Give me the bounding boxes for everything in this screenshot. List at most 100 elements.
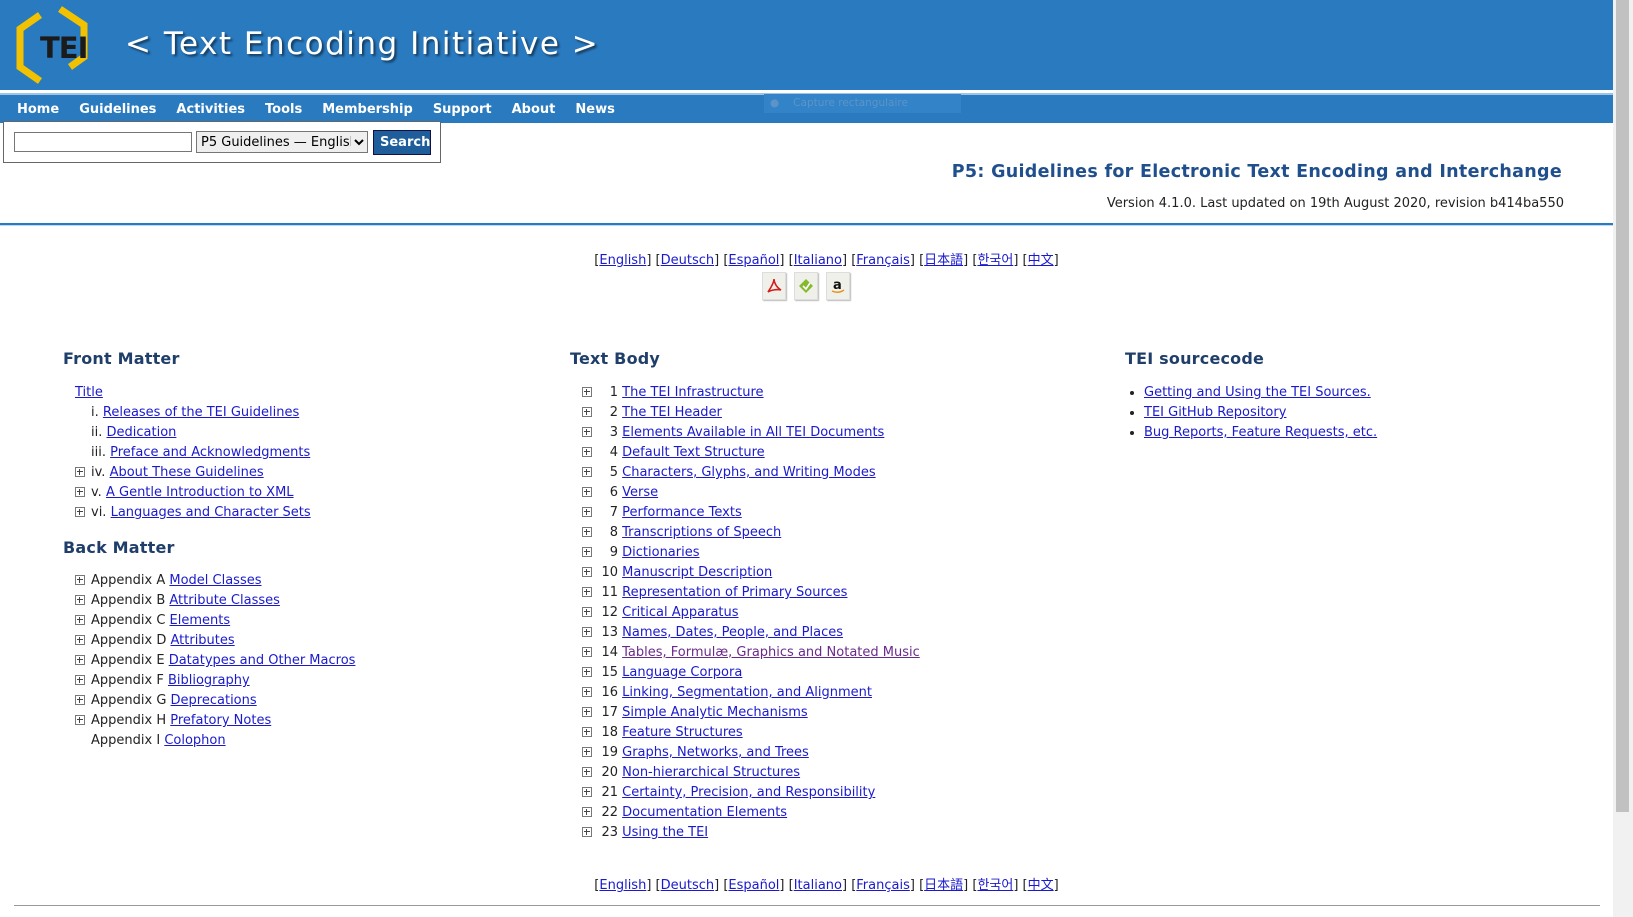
toc-link-critical-apparatus[interactable]: Critical Apparatus [622, 605, 738, 620]
toc-link-the-tei-header[interactable]: The TEI Header [622, 405, 722, 420]
expand-plus-icon[interactable] [582, 806, 592, 817]
expand-plus-icon[interactable] [582, 746, 592, 757]
expand-plus-icon[interactable] [582, 526, 592, 537]
toc-link-datatypes-and-other-macros[interactable]: Datatypes and Other Macros [169, 653, 356, 668]
toc-link-manuscript-description[interactable]: Manuscript Description [622, 565, 772, 580]
toc-link-simple-analytic-mechanisms[interactable]: Simple Analytic Mechanisms [622, 705, 808, 720]
toc-link-elements[interactable]: Elements [170, 613, 231, 628]
expand-plus-icon[interactable] [582, 646, 592, 657]
expand-plus-icon[interactable] [75, 466, 85, 477]
lang-link-francais[interactable]: Français [856, 878, 910, 893]
nav-support[interactable]: Support [425, 95, 500, 117]
expand-plus-icon[interactable] [582, 826, 592, 837]
expand-plus-icon[interactable] [582, 606, 592, 617]
pdf-icon[interactable] [762, 272, 786, 300]
toc-link-elements-available-in-all-tei-documents[interactable]: Elements Available in All TEI Documents [622, 425, 884, 440]
expand-plus-icon[interactable] [582, 726, 592, 737]
expand-plus-icon[interactable] [75, 506, 85, 517]
nav-news[interactable]: News [567, 95, 622, 117]
lang-link-francais[interactable]: Français [856, 253, 910, 268]
toc-link-preface-and-acknowledgments[interactable]: Preface and Acknowledgments [110, 445, 310, 460]
lang-link-chinese[interactable]: 中文 [1028, 878, 1054, 893]
expand-plus-icon[interactable] [582, 546, 592, 557]
expand-plus-icon[interactable] [582, 506, 592, 517]
toc-link-languages-and-character-sets[interactable]: Languages and Character Sets [111, 505, 311, 520]
toc-link-documentation-elements[interactable]: Documentation Elements [622, 805, 787, 820]
toc-link-certainty-precision-and-responsibility[interactable]: Certainty, Precision, and Responsibility [622, 785, 875, 800]
nav-guidelines[interactable]: Guidelines [71, 95, 164, 117]
toc-link-performance-texts[interactable]: Performance Texts [622, 505, 742, 520]
toc-link-language-corpora[interactable]: Language Corpora [622, 665, 742, 680]
expand-plus-icon[interactable] [582, 406, 592, 417]
expand-plus-icon[interactable] [582, 446, 592, 457]
nav-tools[interactable]: Tools [257, 95, 310, 117]
toc-link-dictionaries[interactable]: Dictionaries [622, 545, 699, 560]
toc-link-releases-of-the-tei-guidelines[interactable]: Releases of the TEI Guidelines [103, 405, 299, 420]
expand-plus-icon[interactable] [582, 626, 592, 637]
lang-link-japanese[interactable]: 日本語 [924, 253, 963, 268]
nav-membership[interactable]: Membership [314, 95, 421, 117]
toc-link-prefatory-notes[interactable]: Prefatory Notes [170, 713, 271, 728]
expand-plus-icon[interactable] [75, 594, 85, 605]
toc-link-the-tei-infrastructure[interactable]: The TEI Infrastructure [622, 385, 763, 400]
source-link-tei-github-repository[interactable]: TEI GitHub Repository [1144, 405, 1286, 420]
toc-link-feature-structures[interactable]: Feature Structures [622, 725, 743, 740]
expand-plus-icon[interactable] [75, 486, 85, 497]
toc-link-default-text-structure[interactable]: Default Text Structure [622, 445, 765, 460]
expand-plus-icon[interactable] [582, 426, 592, 437]
source-link-bug-reports-feature-requests-etc[interactable]: Bug Reports, Feature Requests, etc. [1144, 425, 1377, 440]
expand-plus-icon[interactable] [582, 486, 592, 497]
toc-link-a-gentle-introduction-to-xml[interactable]: A Gentle Introduction to XML [106, 485, 294, 500]
toc-link-non-hierarchical-structures[interactable]: Non-hierarchical Structures [622, 765, 800, 780]
toc-link-deprecations[interactable]: Deprecations [171, 693, 257, 708]
lang-link-english[interactable]: English [599, 253, 646, 268]
nav-activities[interactable]: Activities [168, 95, 253, 117]
toc-link-bibliography[interactable]: Bibliography [168, 673, 250, 688]
toc-link-using-the-tei[interactable]: Using the TEI [622, 825, 708, 840]
expand-plus-icon[interactable] [75, 634, 85, 645]
amazon-icon[interactable]: a [826, 272, 850, 300]
lang-link-chinese[interactable]: 中文 [1028, 253, 1054, 268]
expand-plus-icon[interactable] [75, 574, 85, 585]
lang-link-korean[interactable]: 한국어 [977, 878, 1013, 893]
expand-plus-icon[interactable] [75, 614, 85, 625]
epub-icon[interactable] [794, 272, 818, 300]
toc-link-colophon[interactable]: Colophon [164, 733, 225, 748]
toc-link-transcriptions-of-speech[interactable]: Transcriptions of Speech [622, 525, 781, 540]
toc-link-graphs-networks-and-trees[interactable]: Graphs, Networks, and Trees [622, 745, 809, 760]
toc-link-representation-of-primary-sources[interactable]: Representation of Primary Sources [622, 585, 847, 600]
expand-plus-icon[interactable] [582, 666, 592, 677]
expand-plus-icon[interactable] [582, 766, 592, 777]
lang-link-korean[interactable]: 한국어 [977, 253, 1013, 268]
expand-plus-icon[interactable] [582, 466, 592, 477]
toc-link-attributes[interactable]: Attributes [170, 633, 234, 648]
toc-link-dedication[interactable]: Dedication [107, 425, 177, 440]
toc-link-verse[interactable]: Verse [622, 485, 658, 500]
toc-link-about-these-guidelines[interactable]: About These Guidelines [110, 465, 264, 480]
toc-link-attribute-classes[interactable]: Attribute Classes [169, 593, 280, 608]
toc-link-title[interactable]: Title [75, 385, 103, 400]
source-link-getting-and-using-the-tei-sources[interactable]: Getting and Using the TEI Sources. [1144, 385, 1371, 400]
tei-logo[interactable]: TEI [10, 5, 90, 85]
search-input[interactable] [14, 132, 192, 152]
expand-plus-icon[interactable] [582, 706, 592, 717]
toc-link-linking-segmentation-and-alignment[interactable]: Linking, Segmentation, and Alignment [622, 685, 872, 700]
expand-plus-icon[interactable] [75, 694, 85, 705]
lang-link-deutsch[interactable]: Deutsch [661, 878, 715, 893]
expand-plus-icon[interactable] [75, 654, 85, 665]
toc-link-characters-glyphs-and-writing-modes[interactable]: Characters, Glyphs, and Writing Modes [622, 465, 875, 480]
expand-plus-icon[interactable] [75, 674, 85, 685]
lang-link-espanol[interactable]: Español [728, 253, 779, 268]
lang-link-english[interactable]: English [599, 878, 646, 893]
lang-link-espanol[interactable]: Español [728, 878, 779, 893]
expand-plus-icon[interactable] [582, 786, 592, 797]
lang-link-deutsch[interactable]: Deutsch [661, 253, 715, 268]
expand-plus-icon[interactable] [582, 566, 592, 577]
lang-link-japanese[interactable]: 日本語 [924, 878, 963, 893]
toc-link-tables-formul-graphics-and-notated-music[interactable]: Tables, Formulæ, Graphics and Notated Mu… [622, 645, 920, 660]
expand-plus-icon[interactable] [582, 386, 592, 397]
search-button[interactable]: Search [373, 130, 431, 155]
nav-home[interactable]: Home [9, 95, 67, 117]
toc-link-model-classes[interactable]: Model Classes [169, 573, 261, 588]
scrollbar-thumb[interactable] [1616, 0, 1629, 812]
